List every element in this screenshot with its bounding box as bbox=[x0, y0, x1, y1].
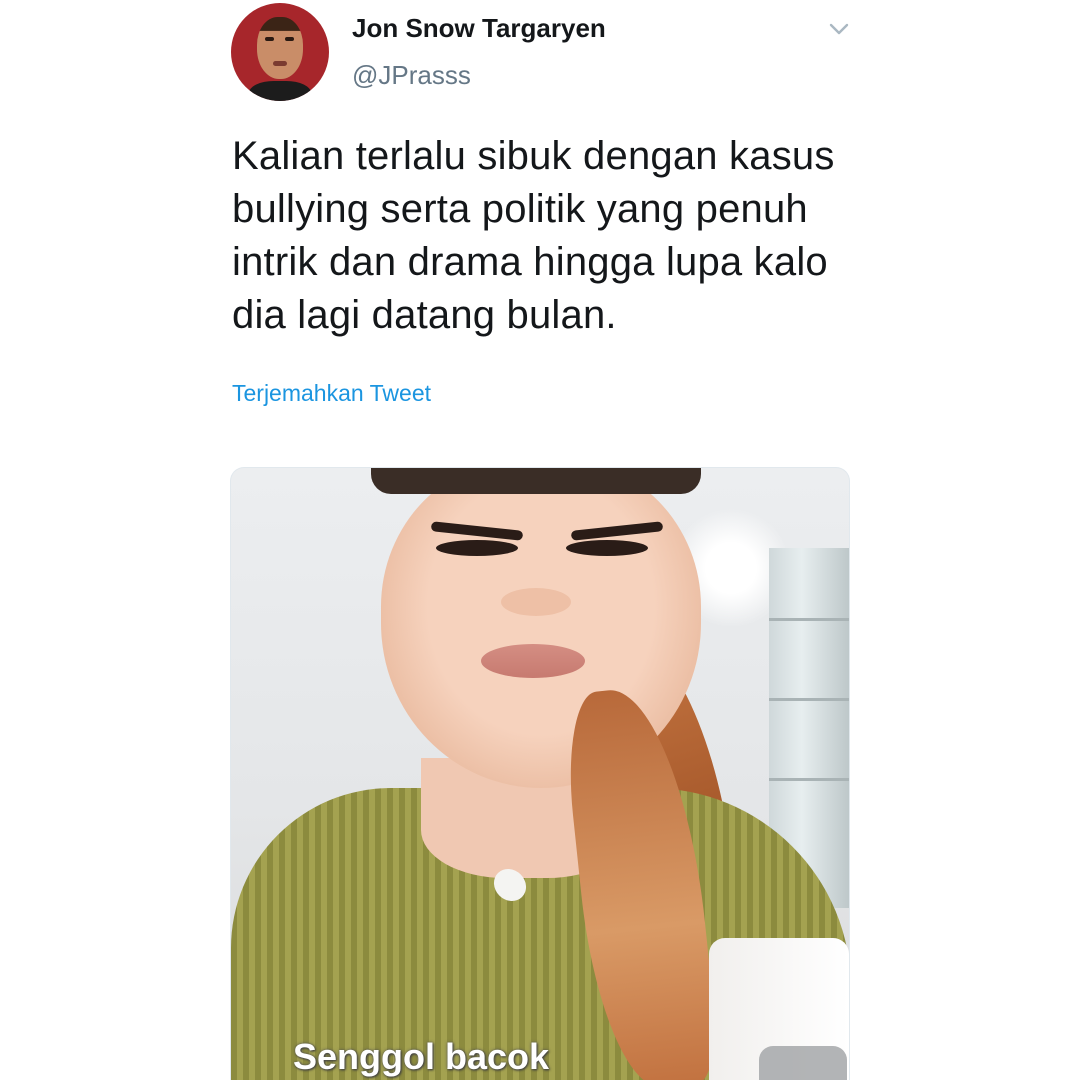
translate-tweet-link[interactable]: Terjemahkan Tweet bbox=[232, 380, 431, 407]
tweet-text-line: dia lagi datang bulan. bbox=[232, 293, 617, 337]
avatar-eye-right bbox=[285, 37, 294, 41]
cabinet-shelf bbox=[769, 778, 849, 781]
eye-left bbox=[436, 540, 518, 556]
avatar-face bbox=[257, 17, 303, 79]
media-overlay-button[interactable] bbox=[759, 1046, 847, 1080]
avatar-shirt bbox=[249, 81, 311, 101]
avatar-mouth bbox=[273, 61, 287, 66]
tweet-media-video[interactable]: Senggol bacok bbox=[230, 467, 850, 1080]
tweet-text-line: intrik dan drama hingga lupa kalo bbox=[232, 240, 828, 284]
user-handle[interactable]: @JPrasss bbox=[352, 60, 471, 91]
tweet-text: Kalian terlalu sibuk dengan kasus bullyi… bbox=[232, 130, 852, 342]
media-caption: Senggol bacok bbox=[293, 1036, 550, 1077]
cabinet-shelf bbox=[769, 618, 849, 621]
tweet-text-line: bullying serta politik yang penuh bbox=[232, 187, 808, 231]
nose bbox=[501, 588, 571, 616]
lips bbox=[481, 644, 585, 678]
chevron-down-icon[interactable] bbox=[826, 16, 852, 42]
tweet-text-line: Kalian terlalu sibuk dengan kasus bbox=[232, 134, 835, 178]
avatar-eye-left bbox=[265, 37, 274, 41]
display-name[interactable]: Jon Snow Targaryen bbox=[352, 13, 606, 44]
profile-avatar[interactable] bbox=[231, 3, 329, 101]
cabinet-shelf bbox=[769, 698, 849, 701]
cap bbox=[371, 468, 701, 494]
eye-right bbox=[566, 540, 648, 556]
